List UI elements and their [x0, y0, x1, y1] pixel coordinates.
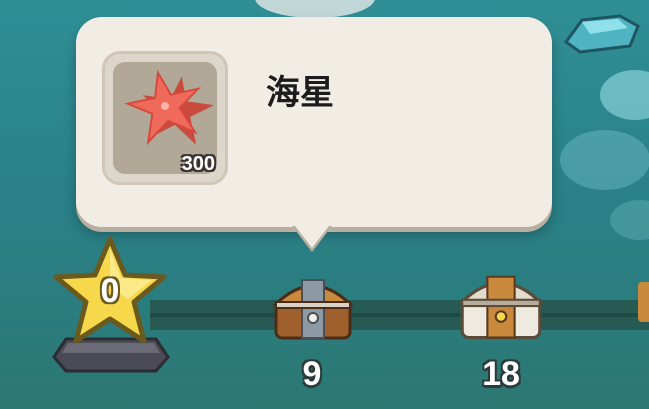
- item-count: 300: [181, 153, 215, 175]
- next-chest-icon[interactable]: [638, 282, 649, 322]
- item-slot: 300: [102, 51, 228, 185]
- chest-milestone-label: 18: [482, 355, 520, 393]
- wooden-chest-icon[interactable]: [272, 272, 354, 342]
- tooltip-pointer: [292, 222, 332, 248]
- item-tooltip: 300 海星: [76, 17, 552, 227]
- starfish-icon: [124, 69, 215, 146]
- star-count: 0: [100, 272, 120, 310]
- chest-milestone-label: 9: [302, 355, 322, 393]
- water-ripple: [560, 130, 649, 190]
- item-name: 海星: [266, 73, 334, 113]
- silver-chest-icon[interactable]: [458, 268, 544, 342]
- rock-icon: [563, 14, 640, 54]
- progress-track-line: [150, 313, 649, 317]
